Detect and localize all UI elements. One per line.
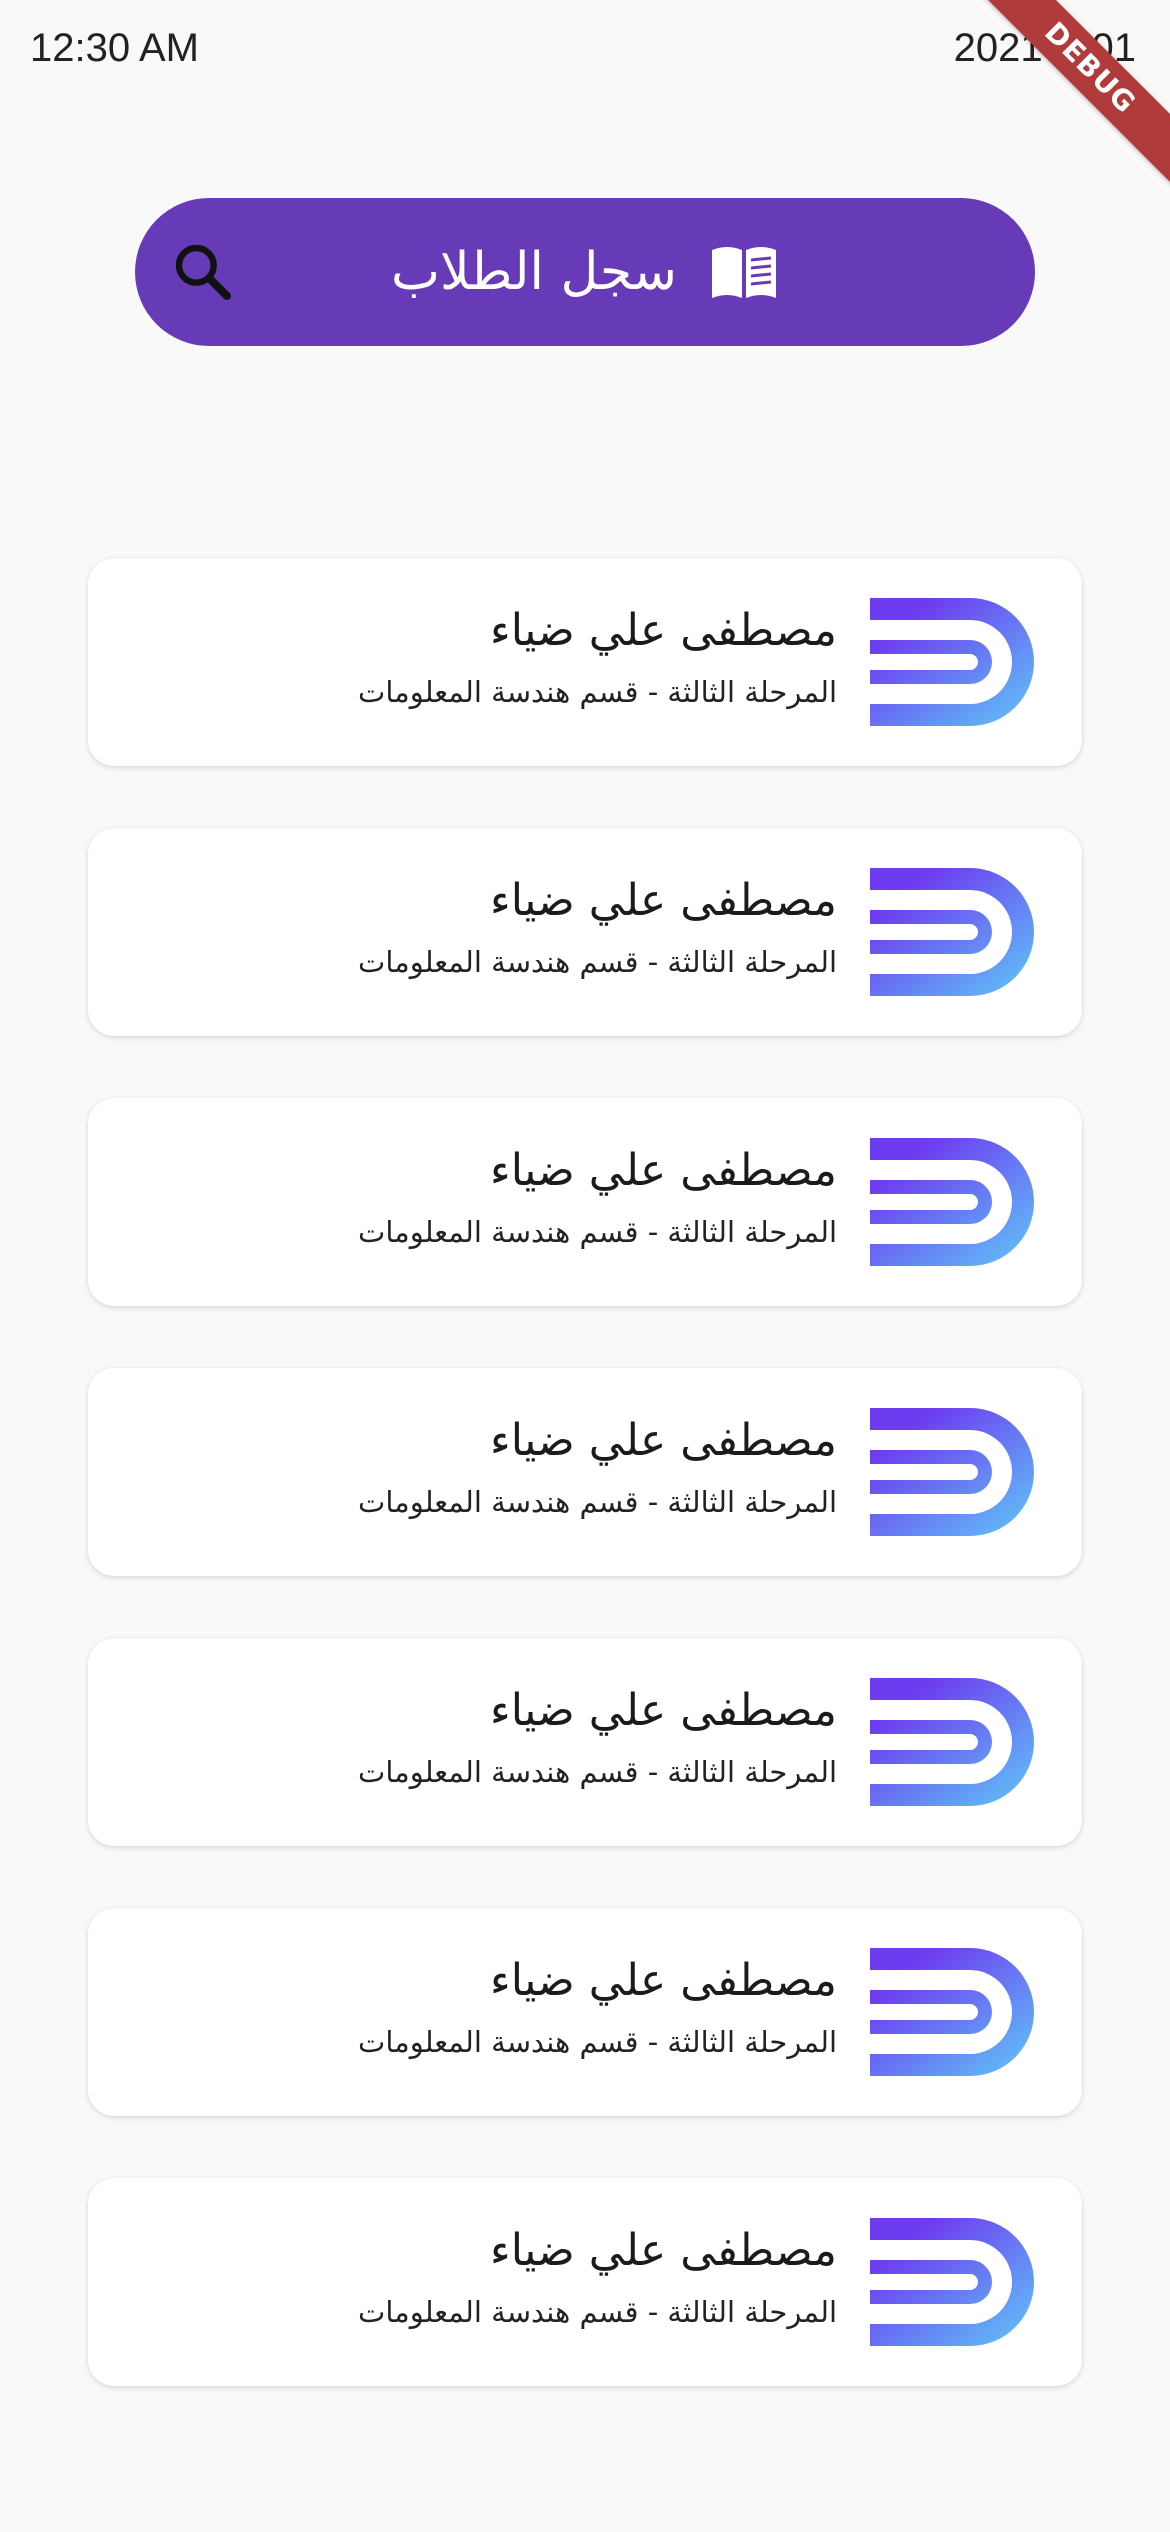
student-info: المرحلة الثالثة - قسم هندسة المعلومات [358,945,837,979]
student-info: المرحلة الثالثة - قسم هندسة المعلومات [358,1215,837,1249]
student-info: المرحلة الثالثة - قسم هندسة المعلومات [358,2025,837,2059]
student-card[interactable]: مصطفى علي ضياء المرحلة الثالثة - قسم هند… [88,828,1082,1036]
student-card[interactable]: مصطفى علي ضياء المرحلة الثالثة - قسم هند… [88,1908,1082,2116]
student-info: المرحلة الثالثة - قسم هندسة المعلومات [358,2295,837,2329]
student-info: المرحلة الثالثة - قسم هندسة المعلومات [358,675,837,709]
status-time: 12:30 AM [30,26,200,70]
student-card[interactable]: مصطفى علي ضياء المرحلة الثالثة - قسم هند… [88,1368,1082,1576]
page-title: سجل الطلاب [391,242,677,302]
student-info: المرحلة الثالثة - قسم هندسة المعلومات [358,1755,837,1789]
app-logo-icon [870,1138,1034,1266]
app-logo-icon [870,1948,1034,2076]
app-logo-icon [870,2218,1034,2346]
app-logo-icon [870,868,1034,996]
student-name: مصطفى علي ضياء [490,1415,837,1466]
open-book-icon [711,247,776,298]
student-name: مصطفى علي ضياء [490,1145,837,1196]
student-name: مصطفى علي ضياء [490,1955,837,2006]
student-info: المرحلة الثالثة - قسم هندسة المعلومات [358,1485,837,1519]
student-name: مصطفى علي ضياء [490,1685,837,1736]
app-logo-icon [870,598,1034,726]
student-name: مصطفى علي ضياء [490,605,837,656]
student-card[interactable]: مصطفى علي ضياء المرحلة الثالثة - قسم هند… [88,1638,1082,1846]
student-card[interactable]: مصطفى علي ضياء المرحلة الثالثة - قسم هند… [88,558,1082,766]
student-card[interactable]: مصطفى علي ضياء المرحلة الثالثة - قسم هند… [88,2178,1082,2386]
student-name: مصطفى علي ضياء [490,875,837,926]
header-bar: سجل الطلاب [135,198,1035,346]
student-card[interactable]: مصطفى علي ضياء المرحلة الثالثة - قسم هند… [88,1098,1082,1306]
search-icon[interactable] [171,240,235,304]
student-name: مصطفى علي ضياء [490,2225,837,2276]
app-logo-icon [870,1408,1034,1536]
student-list: مصطفى علي ضياء المرحلة الثالثة - قسم هند… [88,558,1082,2448]
app-logo-icon [870,1678,1034,1806]
